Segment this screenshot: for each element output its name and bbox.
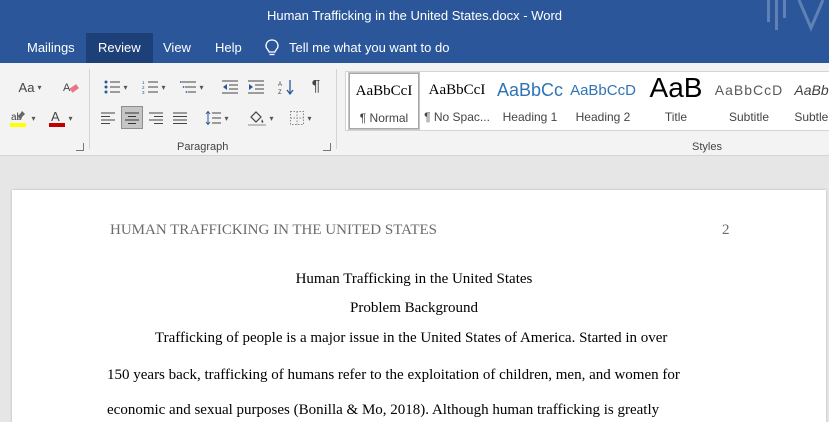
style-heading-2[interactable]: AaBbCcD Heading 2 [567,72,639,130]
page-number: 2 [722,222,730,238]
style-normal-name: ¶ Normal [359,111,409,125]
ribbon: Aa ▾ A ab ▾ A ▾ ▾ 123 ▾ ▾ A Z ¶ ▾ ▾ ▾ Pa… [0,63,829,156]
align-right-icon [149,112,163,124]
document-title: Human Trafficking in the United States [295,271,533,287]
paint-bucket-icon [248,111,267,126]
font-dialog-launcher[interactable] [76,143,84,151]
align-center-button[interactable] [121,106,143,129]
increase-indent-button[interactable] [246,77,266,97]
multilevel-list-icon [180,81,197,93]
lightbulb-icon [265,39,279,56]
pilcrow-icon: ¶ [311,78,321,95]
style-title-name: Title [664,110,688,124]
svg-text:A: A [63,82,71,94]
sort-button[interactable]: AZ [276,77,296,97]
line-spacing-icon [206,111,222,125]
align-center-icon [125,112,139,124]
style-subtle-emphasis[interactable]: AaBbCcI Subtle Em [786,72,829,130]
justify-icon [173,112,187,124]
tell-me-label: Tell me what you want to do [289,40,450,55]
font-color-button[interactable]: A ▾ [44,107,78,129]
svg-text:A: A [51,109,60,124]
style-title-preview: AaB [649,72,703,103]
bullets-button[interactable]: ▾ [100,77,132,97]
highlight-color-button[interactable]: ab ▾ [6,107,40,129]
numbering-button[interactable]: 123 ▾ [138,77,170,97]
ribbon-tabs: Mailings Review View Help Tell me what y… [0,33,829,63]
numbering-icon: 123 [142,80,159,94]
decrease-indent-button[interactable] [220,77,240,97]
document-area: HUMAN TRAFFICKING IN THE UNITED STATES 2… [0,157,829,422]
style-subtitle[interactable]: AaBbCcD Subtitle [713,72,785,130]
style-heading-2-preview: AaBbCcD [570,82,636,99]
body-paragraph-line: Trafficking of people is a major issue i… [155,330,668,346]
style-no-spacing-preview: AaBbCcI [428,82,486,98]
justify-button[interactable] [170,107,190,129]
style-subtle-emphasis-preview: AaBbCcI [794,82,829,98]
change-case-button[interactable]: Aa ▾ [12,77,48,97]
highlighter-icon: ab [10,111,27,127]
section-heading: Problem Background [350,300,478,316]
bullets-icon [104,80,121,94]
style-heading-1[interactable]: AaBbCc Heading 1 [494,72,566,130]
running-head: HUMAN TRAFFICKING IN THE UNITED STATES [110,222,437,238]
eraser-icon: A [63,82,79,94]
sort-icon: AZ [278,80,294,95]
change-case-label: Aa [18,79,35,95]
tab-help[interactable]: Help [203,33,254,63]
line-spacing-button[interactable]: ▾ [200,107,234,129]
tab-mailings[interactable]: Mailings [15,33,87,63]
align-right-button[interactable] [146,107,166,129]
style-title[interactable]: AaB Title [640,72,712,130]
window-title: Human Trafficking in the United States.d… [266,8,563,23]
title-bar: Human Trafficking in the United States.d… [0,0,829,33]
increase-indent-icon [248,80,264,94]
style-normal-preview: AaBbCcI [355,83,413,99]
style-heading-1-preview: AaBbCc [496,80,564,100]
shading-button[interactable]: ▾ [244,107,278,129]
document-page[interactable]: HUMAN TRAFFICKING IN THE UNITED STATES 2… [12,190,826,422]
style-subtitle-preview: AaBbCcD [714,82,784,98]
style-no-spacing-name: ¶ No Spac... [424,110,490,124]
decrease-indent-icon [222,80,238,94]
style-no-spacing[interactable]: AaBbCcI ¶ No Spac... [421,72,493,130]
style-heading-2-name: Heading 2 [575,110,631,124]
clear-formatting-button[interactable]: A [60,77,82,97]
font-group-separator [89,69,90,149]
paragraph-group-label: Paragraph [177,141,229,153]
borders-icon [290,111,305,125]
svg-text:A: A [278,82,282,88]
tab-view[interactable]: View [151,33,203,63]
paragraph-group-separator [336,69,337,149]
styles-gallery: AaBbCcI ¶ Normal AaBbCcI ¶ No Spac... Aa… [345,71,829,131]
body-paragraph-line: economic and sexual purposes (Bonilla & … [107,402,660,418]
style-normal[interactable]: AaBbCcI ¶ Normal [348,72,420,130]
style-subtitle-name: Subtitle [728,110,770,124]
style-heading-1-name: Heading 1 [502,110,558,124]
body-paragraph-line: 150 years back, trafficking of humans re… [107,367,680,383]
tab-review[interactable]: Review [86,33,153,63]
align-left-button[interactable] [98,107,118,129]
font-color-icon: A [49,109,66,127]
tell-me-search[interactable]: Tell me what you want to do [265,33,449,63]
styles-group-label: Styles [692,141,722,153]
borders-button[interactable]: ▾ [284,107,318,129]
show-formatting-button[interactable]: ¶ [306,77,326,97]
paragraph-dialog-launcher[interactable] [323,143,331,151]
multilevel-list-button[interactable]: ▾ [176,77,208,97]
align-left-icon [101,112,115,124]
svg-text:3: 3 [142,90,145,94]
style-subtle-emphasis-name: Subtle Em [794,110,829,124]
decorative-pattern-icon [767,0,825,32]
svg-text:Z: Z [278,90,282,95]
